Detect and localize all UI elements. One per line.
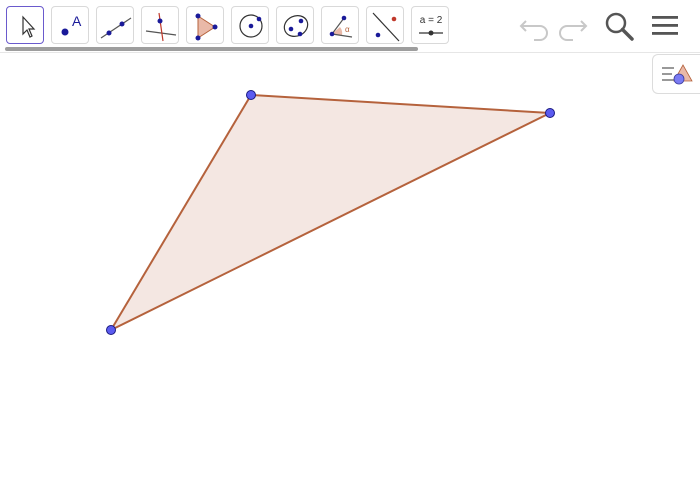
point-a[interactable]	[246, 90, 256, 100]
search-button[interactable]	[602, 8, 636, 42]
angle-tool-button[interactable]: α	[321, 6, 359, 44]
angle-tool-label: α	[345, 25, 350, 34]
toolbar: A α a = 2	[0, 0, 700, 52]
style-bar-toggle-button[interactable]	[652, 54, 700, 94]
redo-icon	[559, 20, 588, 41]
move-tool-button[interactable]	[6, 6, 44, 44]
reflect-about-line-icon	[372, 12, 400, 42]
conic-tool-button[interactable]	[276, 6, 314, 44]
circle-center-point-icon	[239, 14, 263, 38]
polygon-icon	[195, 13, 218, 41]
point-tool-button[interactable]: A	[51, 6, 89, 44]
point-icon: A	[61, 13, 82, 36]
point-b[interactable]	[545, 108, 555, 118]
undo-button[interactable]	[518, 8, 552, 42]
toolbar-scrollbar[interactable]	[5, 47, 418, 51]
undo-icon	[519, 20, 548, 41]
redo-button[interactable]	[555, 8, 589, 42]
cursor-arrow-icon	[22, 15, 36, 38]
line-tool-button[interactable]	[96, 6, 134, 44]
line-through-points-icon	[100, 17, 132, 39]
reflect-tool-button[interactable]	[366, 6, 404, 44]
point-tool-label: A	[72, 13, 82, 29]
ellipse-icon	[283, 15, 309, 37]
style-bar-toggle-icon	[662, 64, 693, 85]
slider-tool-button[interactable]: a = 2	[411, 6, 449, 44]
search-icon	[605, 12, 634, 41]
point-c[interactable]	[106, 325, 116, 335]
polygon-tool-button[interactable]	[186, 6, 224, 44]
hamburger-menu-icon	[652, 16, 678, 35]
angle-icon: α	[329, 15, 353, 38]
slider-icon	[419, 30, 443, 36]
perpendicular-line-icon	[145, 12, 177, 42]
triangle-polygon[interactable]	[111, 95, 550, 330]
circle-tool-button[interactable]	[231, 6, 269, 44]
menu-button[interactable]	[648, 8, 682, 42]
graphics-view[interactable]	[0, 53, 700, 500]
perpendicular-line-tool-button[interactable]	[141, 6, 179, 44]
